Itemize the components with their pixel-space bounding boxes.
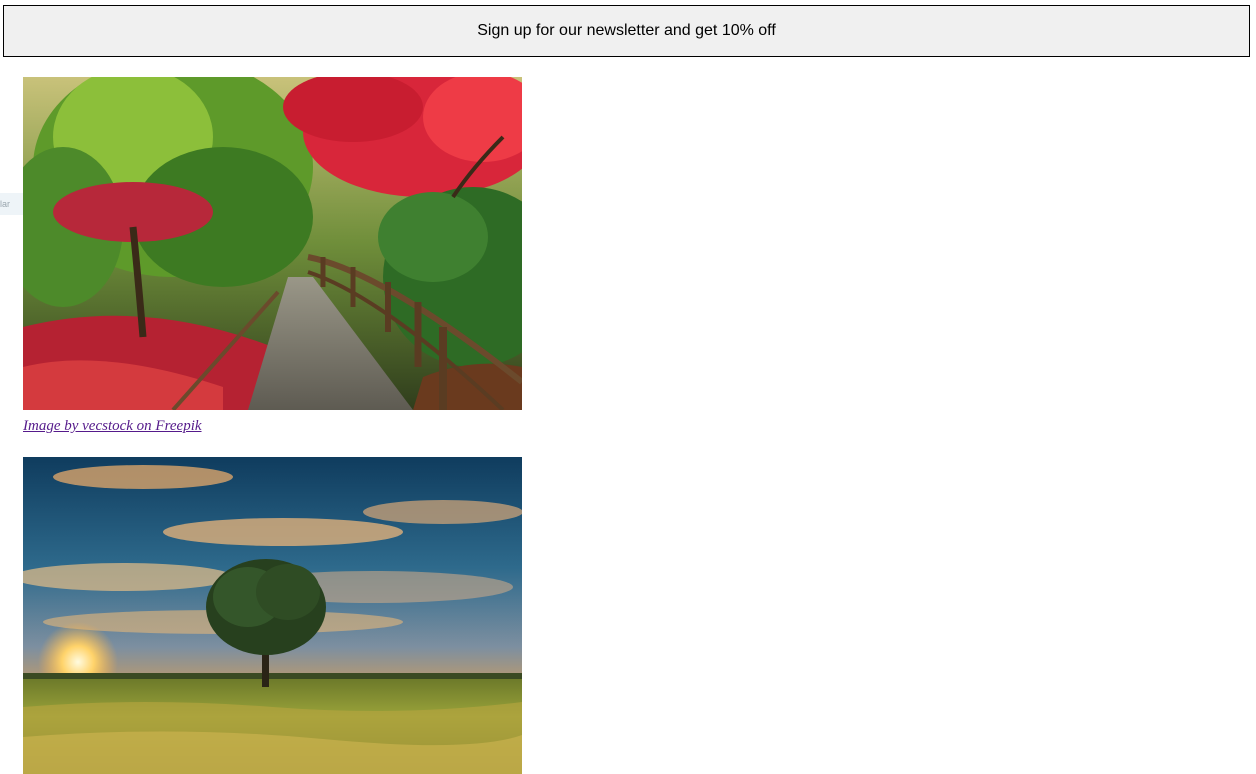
newsletter-banner[interactable]: Sign up for our newsletter and get 10% o… bbox=[3, 5, 1250, 57]
side-tab-label: lar bbox=[0, 199, 11, 209]
side-tab[interactable]: lar bbox=[0, 193, 23, 215]
image-credit-link[interactable]: Image by vecstock on Freepik bbox=[23, 418, 202, 435]
garden-path-image bbox=[23, 77, 522, 410]
sunset-tree-image bbox=[23, 457, 522, 774]
newsletter-text: Sign up for our newsletter and get 10% o… bbox=[477, 22, 776, 39]
